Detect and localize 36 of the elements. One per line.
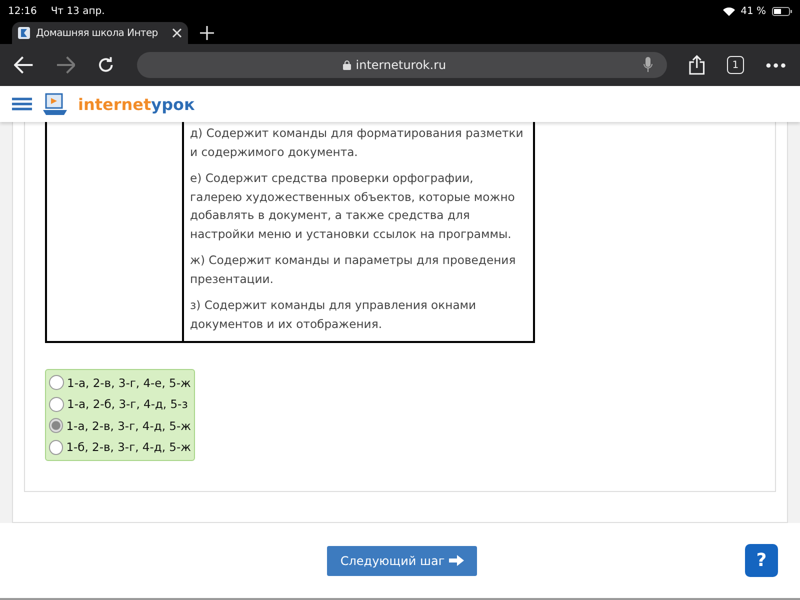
site-logo[interactable]: internetурок xyxy=(78,94,195,114)
option-label[interactable]: 1-а, 2-в, 3-г, 4-д, 5-ж xyxy=(66,418,191,433)
radio-button[interactable] xyxy=(49,396,64,412)
forward-icon[interactable] xyxy=(56,56,76,74)
help-button[interactable]: ? xyxy=(745,544,778,577)
radio-button[interactable] xyxy=(49,418,64,434)
menu-icon[interactable] xyxy=(12,97,32,111)
option-label[interactable]: 1-а, 2-б, 3-г, 4-д, 5-з xyxy=(67,397,188,412)
laptop-logo-icon xyxy=(42,92,68,116)
radio-button[interactable] xyxy=(49,375,64,390)
option-label[interactable]: 1-а, 2-в, 3-г, 4-е, 5-ж xyxy=(67,376,191,390)
clock-time: 12:16 xyxy=(8,6,37,16)
share-icon[interactable] xyxy=(688,55,705,75)
battery-icon xyxy=(772,6,792,16)
browser-tab[interactable]: Домашняя школа Интер xyxy=(12,22,188,44)
close-icon[interactable] xyxy=(172,28,182,38)
site-favicon-icon xyxy=(18,27,30,39)
wifi-icon xyxy=(722,6,735,16)
answer-description: е) Содержит средства проверки орфографии, галерею художественных объектов, которые можно добавлять в документ, а также средства для настройки меню и установки ссылок на программы. xyxy=(190,170,516,242)
date-text: Чт 13 апр. xyxy=(50,6,105,16)
microphone-icon[interactable] xyxy=(642,57,653,73)
lock-icon xyxy=(342,60,351,70)
next-step-button[interactable]: Следующий шаг xyxy=(327,546,477,576)
new-tab-icon[interactable] xyxy=(200,26,214,40)
battery-percent: 41 % xyxy=(740,6,766,16)
answer-description: ж) Содержит команды и параметры для проведения презентации. xyxy=(190,252,517,288)
answer-description: д) Содержит команды для форматирования разметки и содержимого документа. xyxy=(190,125,524,160)
address-bar[interactable]: interneturok.ru xyxy=(137,52,667,78)
reload-icon[interactable] xyxy=(97,56,116,74)
radio-button[interactable] xyxy=(49,440,64,455)
back-icon[interactable] xyxy=(14,56,34,74)
more-icon[interactable] xyxy=(766,62,786,68)
arrow-right-icon xyxy=(448,555,464,566)
answer-description: з) Содержит команды для управления окнами документов и их отображения. xyxy=(190,297,478,332)
tab-count-button[interactable]: 1 xyxy=(726,56,744,74)
option-label[interactable]: 1-б, 2-в, 3-г, 4-д, 5-ж xyxy=(66,440,191,454)
